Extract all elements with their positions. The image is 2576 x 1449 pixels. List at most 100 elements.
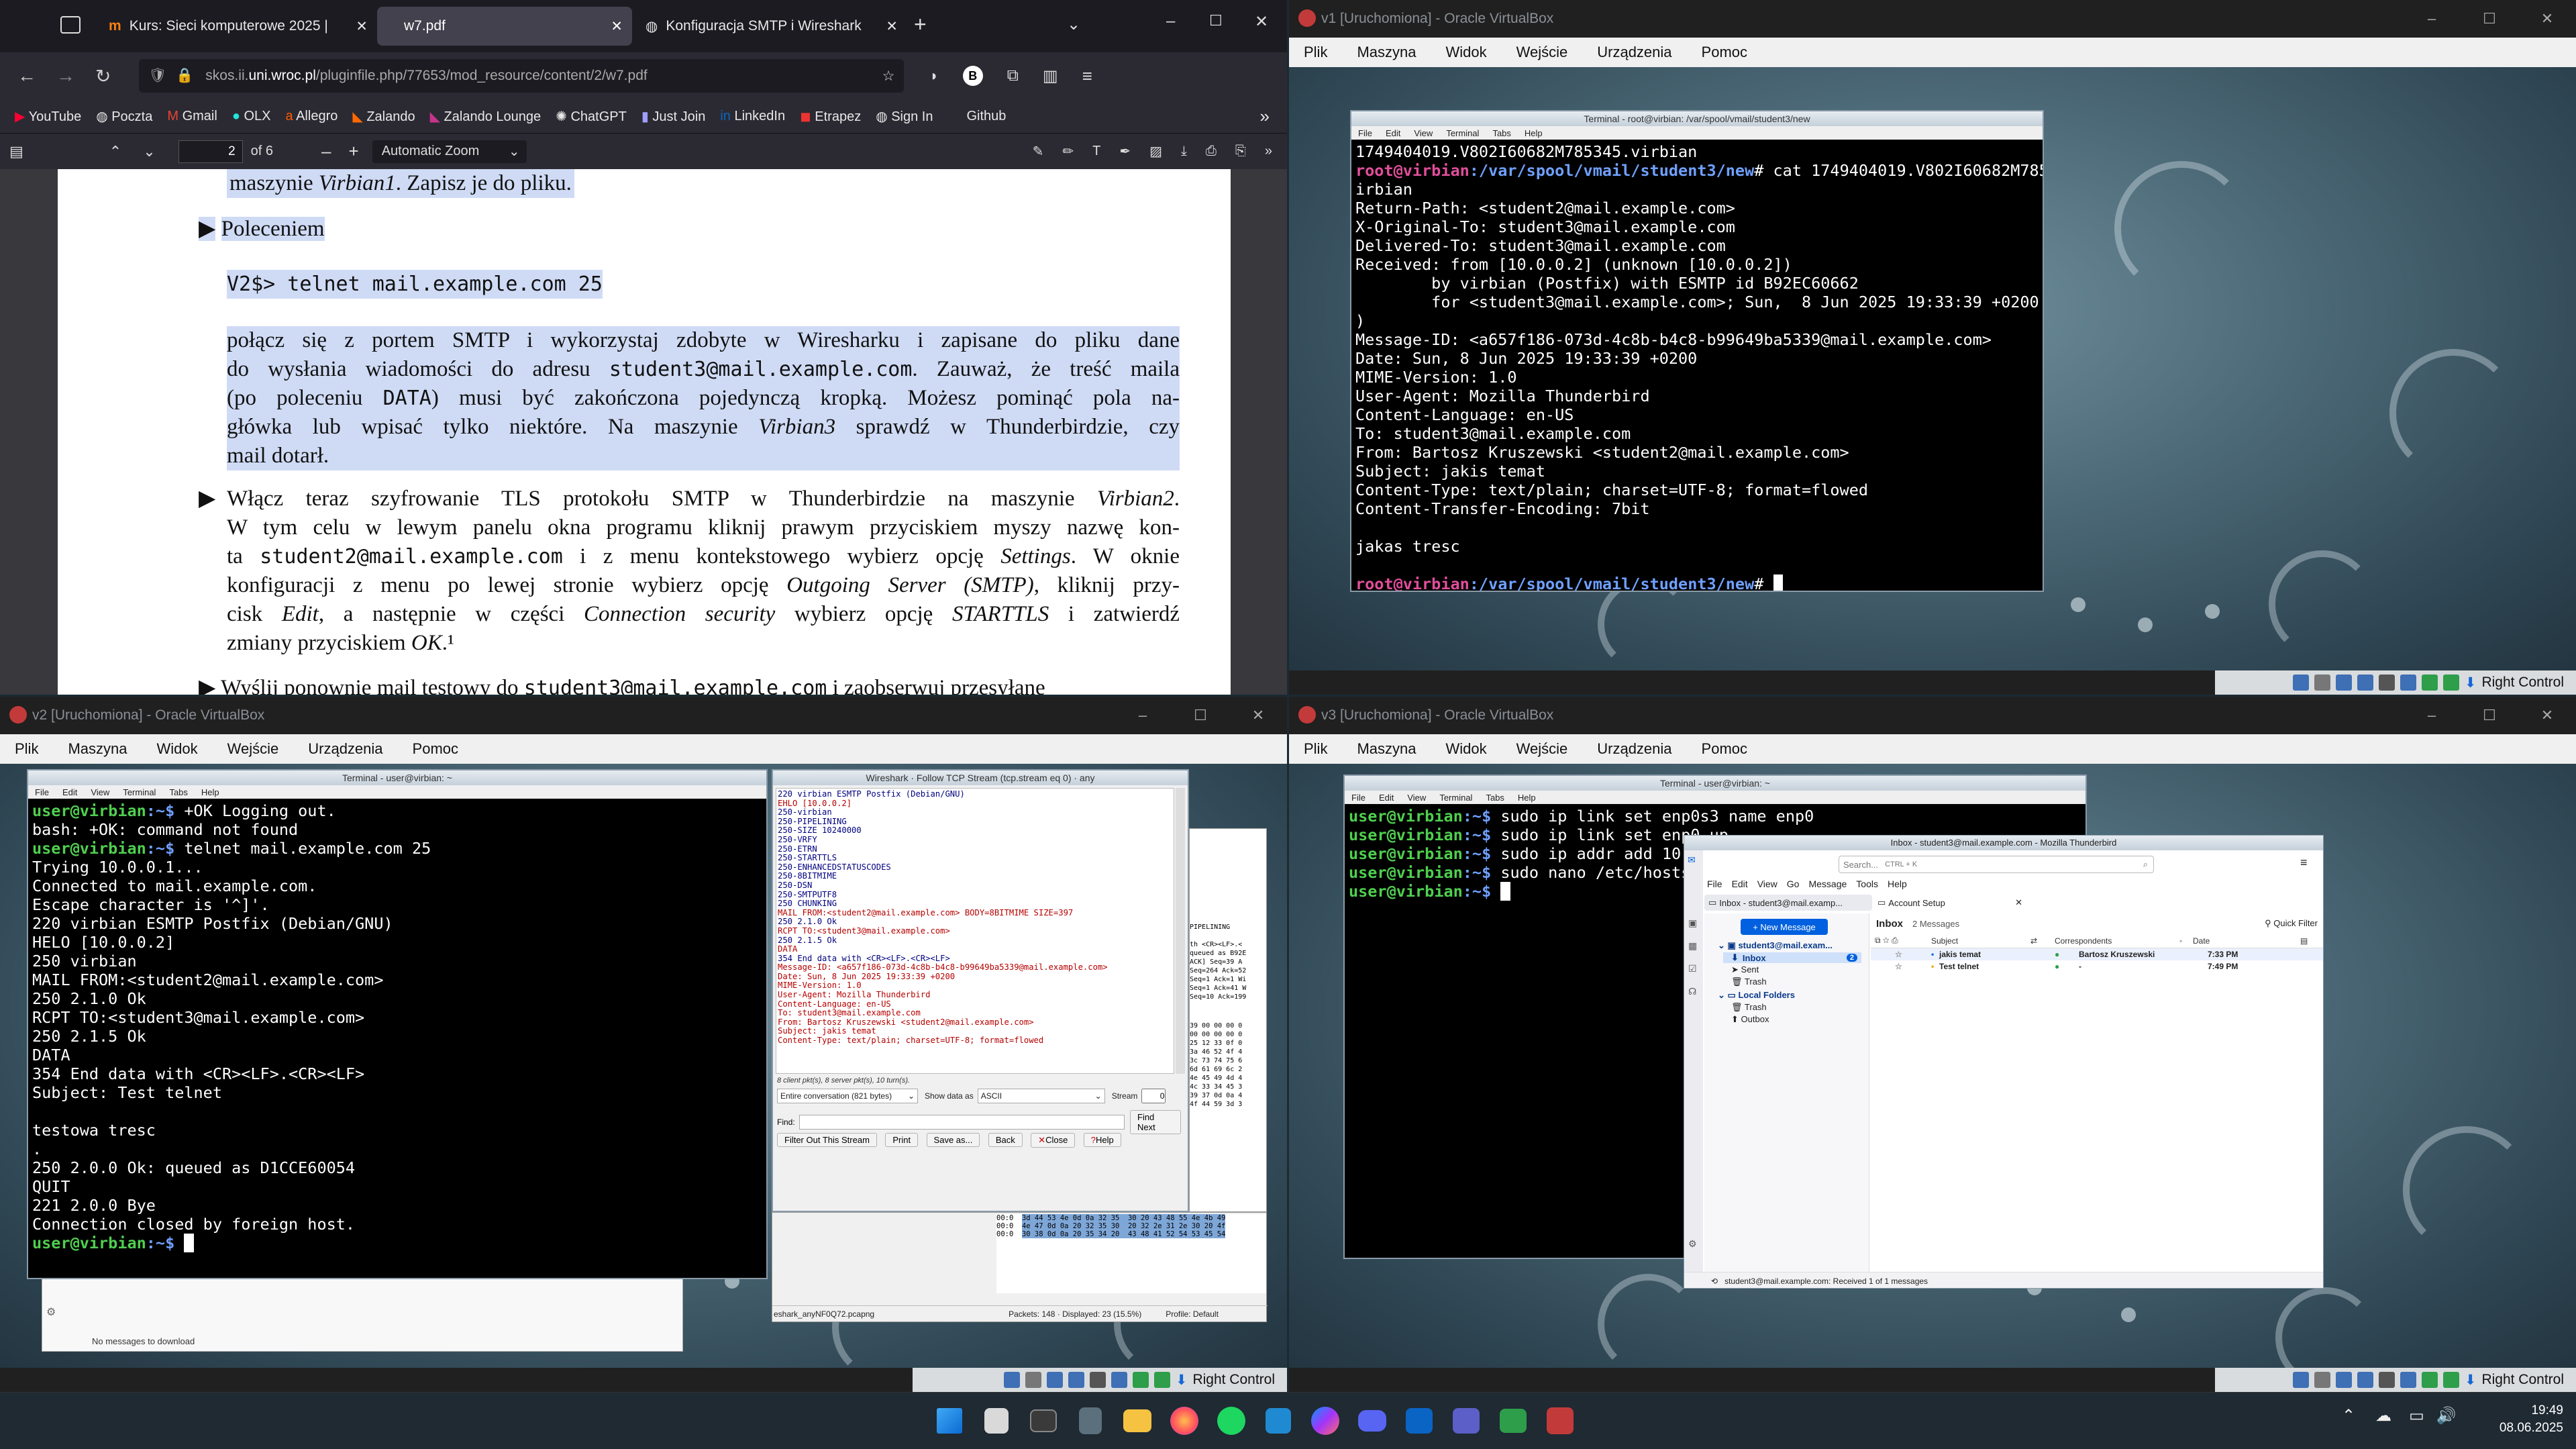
vm-status-icon[interactable] [2400,674,2416,691]
menu-view[interactable]: View [1757,879,1778,889]
vm-status-icon[interactable] [2357,1372,2373,1388]
menu-urzadzenia[interactable]: Urządzenia [1597,740,1671,758]
close-icon[interactable]: ✕ [356,18,368,35]
back-icon[interactable]: ← [17,65,36,87]
menu-widok[interactable]: Widok [157,740,198,758]
bookmark-zalando[interactable]: ◣ Zalando [352,108,415,125]
menu-file[interactable]: File [1358,128,1372,138]
menu-widok[interactable]: Widok [1446,44,1487,61]
vm-status-icon[interactable] [1089,1372,1106,1388]
volume-icon[interactable]: 🔊 [2436,1406,2457,1426]
menu-help[interactable]: Help [1888,879,1907,889]
vm2-terminal-output[interactable]: user@virbian:~$ +OK Logging out. bash: +O… [28,799,766,1278]
bookmark-olx[interactable]: ● OLX [232,109,271,124]
clock[interactable]: 19:49 08.06.2025 [2483,1402,2563,1437]
terminal-icon[interactable] [1020,1397,1067,1444]
extensions-icon[interactable]: ⧉ [1007,66,1019,85]
bookmark-linkedin[interactable]: in LinkedIn [720,109,785,124]
bookmark-allegro[interactable]: a Allegro [286,109,338,124]
menu-terminal[interactable]: Terminal [1446,128,1479,138]
reload-icon[interactable]: ↻ [95,65,111,87]
bookmark-github[interactable]: Github [966,109,1006,124]
star-icon[interactable]: ☆ [882,68,895,85]
page-number-input[interactable] [178,140,243,163]
menu-pomoc[interactable]: Pomoc [1702,44,1747,61]
chevron-right-icon[interactable]: » [1260,106,1270,127]
pocket-icon[interactable]: ◗ [929,67,938,85]
tasks-icon[interactable]: ☑ [1688,963,1697,975]
quick-filter-button[interactable]: ⚲ Quick Filter [2265,918,2318,929]
firefox-icon[interactable] [1161,1397,1208,1444]
stream-number[interactable] [1141,1089,1166,1103]
tab-kurs[interactable]: m Kurs: Sieci komputerowe 2025 | ✕ [101,7,376,46]
network-icon[interactable]: ▭ [2409,1406,2424,1426]
vm1-terminal-output[interactable]: 1749404019.V802I60682M785345.virbian root… [1351,140,2043,591]
vscode-icon[interactable] [1255,1397,1302,1444]
menu-plik[interactable]: Plik [1304,44,1327,61]
column-picker-icon[interactable]: ▤ [2300,936,2308,946]
shield-icon[interactable]: 🛡 [148,68,166,84]
tab-overview-icon[interactable] [60,16,81,34]
next-page-icon[interactable]: ⌄ [143,143,155,160]
minimize-icon[interactable]: – [1114,697,1172,734]
close-icon[interactable]: ✕ [2518,697,2576,734]
star-icon[interactable]: ☆ [1895,962,1931,971]
message-row[interactable]: ☆ • Test telnet ● - 7:49 PM [1871,960,2323,972]
url-bar[interactable]: 🛡 🔒 skos.ii. uni.wroc.pl/pluginfile.php/7… [139,59,905,93]
vm-status-icon[interactable] [2421,674,2438,691]
filter-out-button[interactable]: Filter Out This Stream [777,1133,877,1147]
close-icon[interactable]: ✕ [2015,897,2022,908]
show-as-select[interactable]: ASCII ⌄ [977,1089,1105,1103]
menu-message[interactable]: Message [1808,879,1847,889]
chevron-down-icon[interactable]: ⌄ [1067,15,1080,34]
tab-w7pdf[interactable]: w7.pdf ✕ [377,7,632,46]
settings-icon[interactable]: ⚙ [46,1305,56,1319]
signature-icon[interactable]: ✒ [1119,143,1131,160]
menu-file[interactable]: File [1707,879,1722,889]
vm-status-icon[interactable] [2442,1372,2459,1388]
menu-maszyna[interactable]: Maszyna [1357,740,1416,758]
bookmark-justjoin[interactable]: ▮ Just Join [641,108,706,125]
menu-edit[interactable]: Edit [1379,793,1394,803]
bookmark-zalando-lounge[interactable]: ◣ Zalando Lounge [430,108,542,125]
task-manager-icon[interactable] [973,1397,1020,1444]
menu-plik[interactable]: Plik [15,740,38,758]
start-icon[interactable] [926,1397,973,1444]
vm-status-icon[interactable] [2314,674,2330,691]
vm-status-icon[interactable] [2335,1372,2352,1388]
local-folders-row[interactable]: ⌄ ▭ Local Folders [1718,990,1869,1001]
vm-status-icon[interactable] [1046,1372,1063,1388]
menu-widok[interactable]: Widok [1446,740,1487,758]
col-subject[interactable]: Subject [1931,936,2030,946]
messenger-icon[interactable] [1302,1397,1349,1444]
draw-icon[interactable]: ✏ [1062,143,1074,160]
menu-pomoc[interactable]: Pomoc [413,740,458,758]
menu-tabs[interactable]: Tabs [1486,793,1504,803]
menu-edit[interactable]: Edit [1386,128,1400,138]
spotify-icon[interactable] [1208,1397,1255,1444]
highlight-icon[interactable]: ✎ [1033,143,1044,160]
onedrive-icon[interactable]: ☁ [2375,1406,2391,1426]
folder-inbox[interactable]: ⬇ Inbox 2 [1723,952,1861,963]
menu-help[interactable]: Help [1525,128,1543,138]
zoom-out-icon[interactable]: – [321,141,331,162]
vm-status-icon[interactable] [2378,1372,2395,1388]
menu-urzadzenia[interactable]: Urządzenia [1597,44,1671,61]
menu-file[interactable]: File [1351,793,1366,803]
menu-terminal[interactable]: Terminal [1439,793,1472,803]
tab-inbox[interactable]: ▭ Inbox - student3@mail.examp... [1704,895,1872,911]
menu-view[interactable]: View [1414,128,1433,138]
account-row[interactable]: ⌄ ▣ student3@mail.exam... [1718,940,1869,951]
maximize-icon[interactable]: ☐ [2461,697,2518,734]
menu-help[interactable]: Help [1518,793,1536,803]
menu-terminal[interactable]: Terminal [123,787,156,797]
more-tools-icon[interactable]: » [1265,144,1272,159]
vm-status-icon[interactable] [2335,674,2352,691]
menu-file[interactable]: File [35,787,49,797]
image-icon[interactable]: ▨ [1149,143,1162,160]
outlook-icon[interactable] [1396,1397,1443,1444]
menu-go[interactable]: Go [1787,879,1800,889]
find-next-button[interactable]: Find Next [1130,1110,1181,1134]
zoom-select[interactable]: Automatic Zoom ⌄ [372,140,527,163]
bookmark-youtube[interactable]: ▶ YouTube [15,108,81,125]
